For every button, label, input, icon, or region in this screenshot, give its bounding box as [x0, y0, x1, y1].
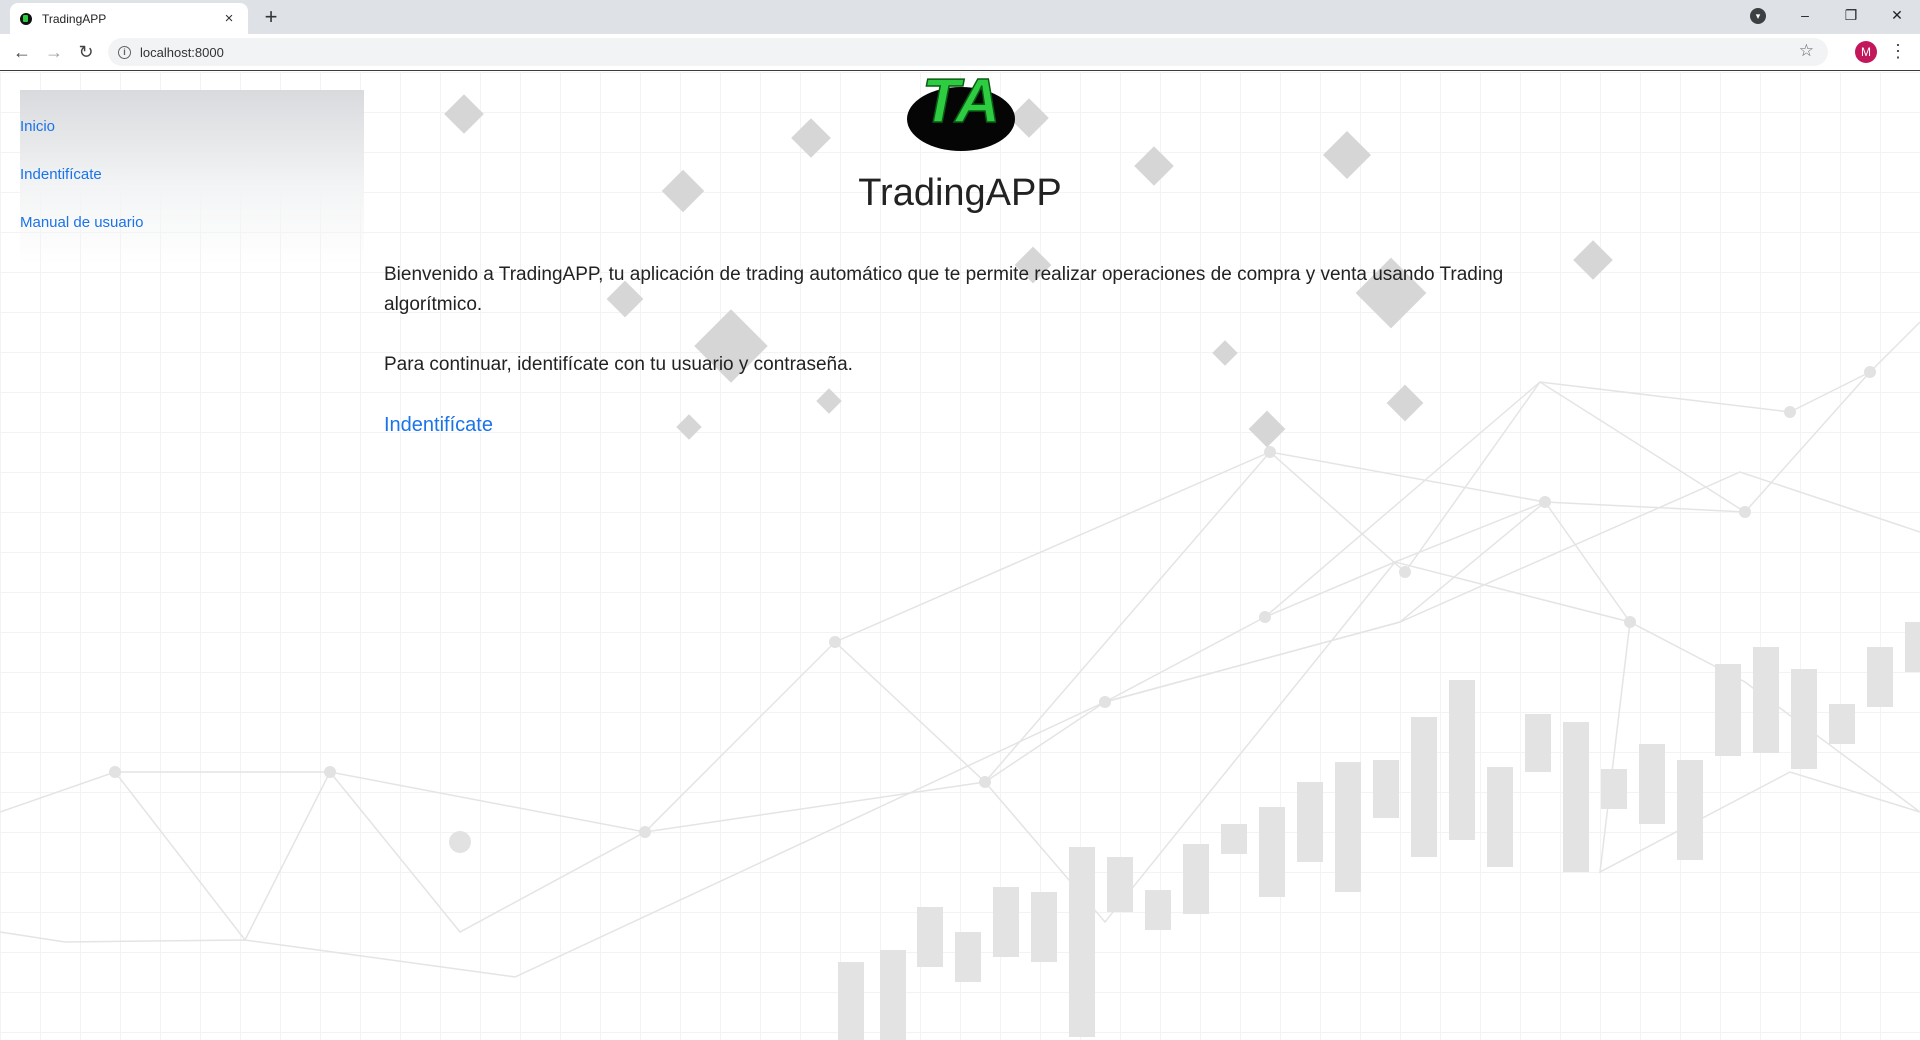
back-arrow-icon[interactable]: ← [10, 41, 34, 65]
minimize-button[interactable]: – [1782, 0, 1828, 30]
login-link[interactable]: Indentifícate [384, 414, 493, 436]
browser-tab-bar: TradingAPP × + ▾ – ❐ ✕ [0, 0, 1920, 34]
page-title: TradingAPP [858, 172, 1062, 214]
sidebar-item-identificate[interactable]: Indentifícate [20, 166, 102, 183]
address-bar[interactable]: i localhost:8000 ☆ [108, 38, 1828, 66]
new-tab-button[interactable]: + [258, 5, 284, 31]
sidebar-item-manual[interactable]: Manual de usuario [20, 214, 143, 231]
favicon-icon [20, 12, 32, 25]
main-content: Bienvenido a TradingAPP, tu aplicación d… [384, 260, 1504, 441]
tab-search-icon[interactable]: ▾ [1750, 8, 1766, 24]
browser-tab[interactable]: TradingAPP × [10, 3, 248, 34]
tab-title: TradingAPP [42, 11, 107, 26]
sidebar-nav: Inicio Indentifícate Manual de usuario [20, 90, 364, 265]
forward-arrow-icon[interactable]: → [42, 41, 66, 65]
sidebar-item-inicio[interactable]: Inicio [20, 118, 55, 135]
intro-paragraph: Bienvenido a TradingAPP, tu aplicación d… [384, 264, 1504, 315]
logo-text: TA [922, 76, 1000, 136]
close-tab-icon[interactable]: × [220, 10, 238, 27]
restore-button[interactable]: ❐ [1828, 0, 1874, 30]
menu-dots-icon[interactable]: ⋮ [1888, 41, 1908, 63]
url-text[interactable]: localhost:8000 [140, 45, 224, 60]
reload-icon[interactable]: ↻ [74, 41, 98, 65]
info-icon[interactable]: i [118, 45, 131, 59]
page-viewport: Inicio Indentifícate Manual de usuario T… [0, 72, 1920, 1040]
instruction-paragraph: Para continuar, identifícate con tu usua… [384, 354, 853, 375]
browser-toolbar: ← → ↻ i localhost:8000 ☆ M ⋮ [0, 34, 1920, 71]
star-icon[interactable]: ☆ [1799, 41, 1814, 61]
tradingapp-logo: TA [907, 76, 1015, 151]
close-window-button[interactable]: ✕ [1874, 0, 1920, 30]
profile-avatar[interactable]: M [1855, 41, 1877, 63]
